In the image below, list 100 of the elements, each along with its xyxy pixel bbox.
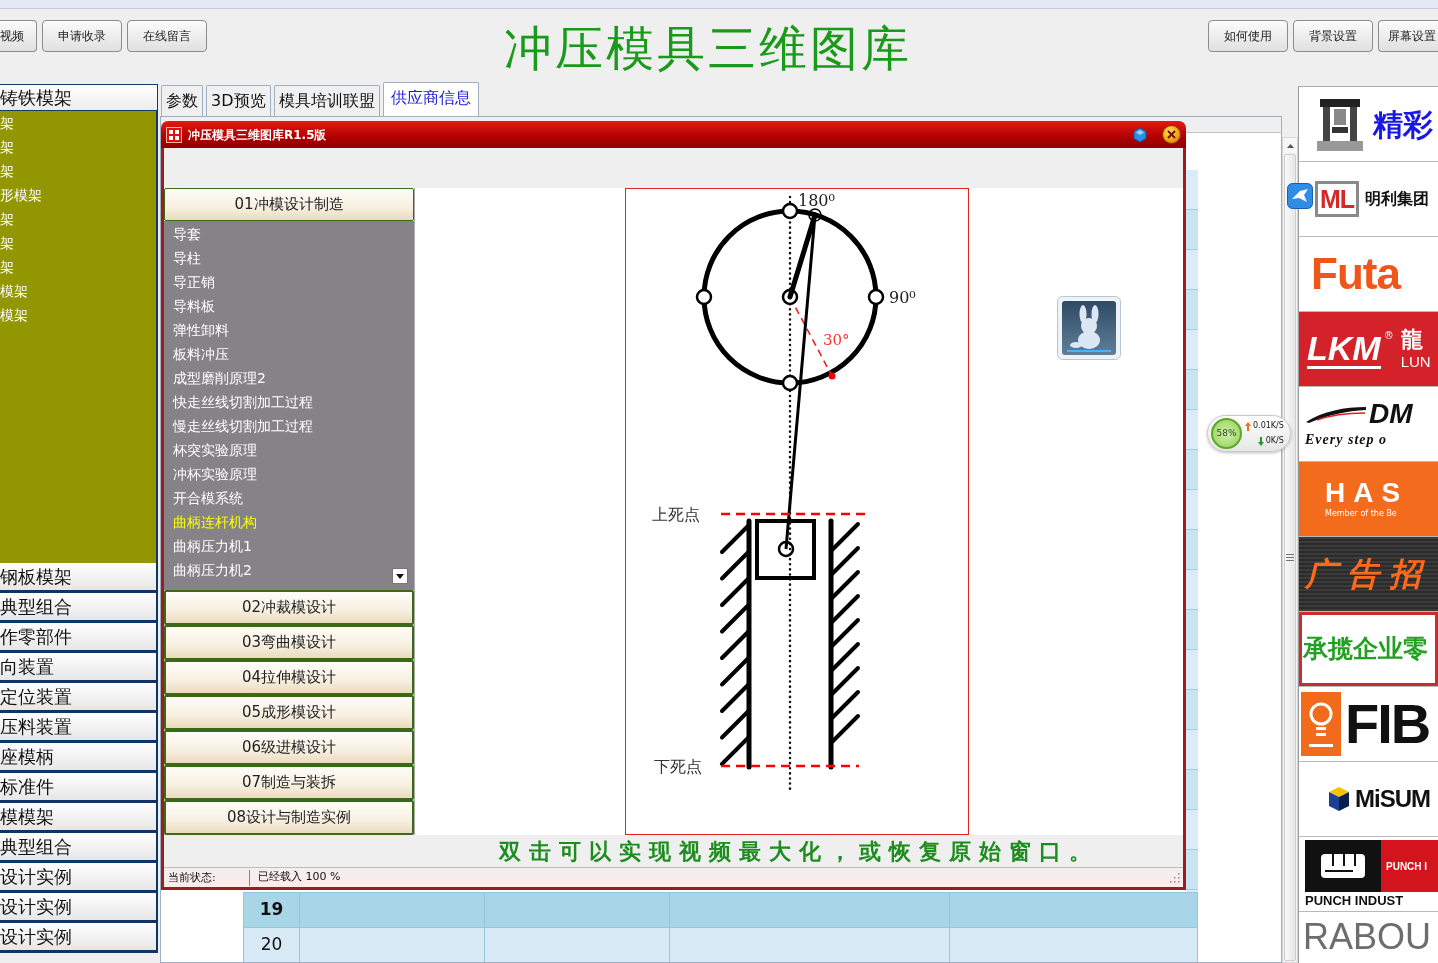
pivot-node [867, 288, 885, 306]
upload-speed: 0.01K/S [1253, 420, 1284, 432]
banner-text: 承揽企业零 [1303, 633, 1428, 666]
brand-name: FIB [1345, 694, 1430, 754]
brand-name: 龍 [1400, 327, 1423, 353]
window-title: 冲压模具三维图库R1.5版 [188, 126, 327, 144]
caret-up-icon [1286, 143, 1294, 148]
brand-name: 精彩 [1373, 105, 1433, 144]
hint-text: 双击可以实现视频最大化，或恢复原始窗口。 [498, 836, 1099, 866]
accordion-header[interactable]: 07制造与装拆 [164, 765, 414, 800]
banner-text: PUNCH I [1381, 840, 1438, 892]
resize-grip-icon[interactable] [1169, 872, 1180, 883]
sidebar-item[interactable]: 铸铁模架 [0, 84, 158, 111]
banner-text: 广告招 [1305, 554, 1431, 595]
slider-block [755, 519, 816, 580]
header-button[interactable]: 视频 [0, 20, 37, 52]
ad-banner[interactable]: PUNCH I PUNCH INDUST [1299, 837, 1438, 912]
accordion-header[interactable]: 02冲裁模设计 [164, 590, 414, 625]
scroll-up-button[interactable] [1283, 138, 1297, 153]
gem-icon[interactable] [1132, 126, 1148, 143]
brand-name: 明利集团 [1365, 188, 1430, 210]
angle-label: 90⁰ [889, 288, 916, 307]
menu-item[interactable]: 导柱 [173, 246, 201, 270]
sidebar-item[interactable]: 定位装置 [0, 683, 158, 713]
download-speed: 0K/S [1265, 435, 1284, 447]
crank-pin [808, 208, 822, 222]
menu-item[interactable]: 曲柄压力机1 [173, 534, 252, 558]
download-arrow-icon [1257, 436, 1264, 446]
tab[interactable]: 模具培训联盟 [273, 85, 380, 116]
accordion-header[interactable]: 06级进模设计 [164, 730, 414, 765]
accordion-header[interactable]: 03弯曲模设计 [164, 625, 414, 660]
rabbit-icon[interactable] [1057, 296, 1121, 360]
brand-name: RABOU [1303, 917, 1432, 957]
accordion-header[interactable]: 04拉伸模设计 [164, 660, 414, 695]
sidebar-item[interactable]: 钢板模架 [0, 563, 158, 593]
sidebar-item[interactable]: 向装置 [0, 653, 158, 683]
menu-item[interactable]: 成型磨削原理2 [173, 366, 266, 390]
ad-banner[interactable]: RABOU [1299, 912, 1438, 963]
brand-name: LUN [1400, 353, 1431, 371]
accordion-header[interactable]: 01冲模设计制造 [164, 188, 414, 221]
menu-item[interactable]: 导正销 [173, 270, 215, 294]
brand-name: PUNCH INDUST [1305, 892, 1404, 910]
menu-item[interactable]: 慢走丝线切割加工过程 [173, 414, 313, 438]
pivot-node [781, 374, 799, 392]
sidebar-item[interactable]: 作零部件 [0, 623, 158, 653]
header-button[interactable]: 屏幕设置 [1378, 20, 1438, 52]
ad-banner[interactable]: MiSUM [1299, 762, 1438, 837]
close-button[interactable] [1162, 125, 1181, 144]
dropdown-button[interactable] [392, 568, 408, 584]
menu-item[interactable]: 冲杯实验原理 [173, 462, 257, 486]
tagline: Member of the Be [1325, 508, 1397, 520]
sidebar-item[interactable]: 设计实例 [0, 923, 158, 953]
tab[interactable]: 3D预览 [206, 85, 271, 116]
lamp-icon [1301, 692, 1341, 756]
position-label: 上死点 [652, 505, 700, 524]
ad-banner[interactable]: ML 明利集团 [1299, 162, 1438, 237]
sidebar-item[interactable]: 模模架 [0, 803, 158, 833]
menu-item[interactable]: 导料板 [173, 294, 215, 318]
ad-banner[interactable]: FIB [1299, 687, 1438, 762]
pivot-node [781, 288, 799, 306]
press-machine-icon [1317, 97, 1363, 151]
bird-app-icon[interactable] [1287, 183, 1313, 209]
header-button[interactable]: 如何使用 [1208, 20, 1288, 52]
sidebar-item[interactable]: 典型组合 [0, 833, 158, 863]
sidebar-item[interactable]: 标准件 [0, 773, 158, 803]
sidebar-item[interactable]: 设计实例 [0, 863, 158, 893]
position-label: 下死点 [654, 757, 702, 776]
menu-item[interactable]: 曲柄压力机2 [173, 558, 252, 582]
registered-mark: ® [1383, 329, 1394, 343]
upload-arrow-icon [1245, 421, 1251, 431]
row-number: 20 [243, 928, 300, 962]
brand-name: Futa [1311, 248, 1400, 300]
tagline: Every step o [1305, 430, 1387, 449]
header-button[interactable]: 背景设置 [1293, 20, 1373, 52]
menu-item[interactable]: 弹性卸料 [173, 318, 229, 342]
close-icon [1167, 130, 1176, 139]
menu-item[interactable]: 快走丝线切割加工过程 [173, 390, 313, 414]
menu-item[interactable]: 导套 [173, 222, 201, 246]
menu-item[interactable]: 杯突实验原理 [173, 438, 257, 462]
ad-banner[interactable]: 广告招 [1299, 537, 1438, 612]
header-button[interactable]: 在线留言 [127, 20, 207, 52]
header-button[interactable]: 申请收录 [42, 20, 122, 52]
sidebar-item[interactable]: 设计实例 [0, 893, 158, 923]
sidebar-item[interactable]: 压料装置 [0, 713, 158, 743]
menu-item[interactable]: 开合模系统 [173, 486, 243, 510]
table-row[interactable]: 19 [243, 892, 1198, 927]
accordion-header[interactable]: 08设计与制造实例 [164, 800, 414, 835]
tab[interactable]: 供应商信息 [382, 82, 479, 116]
brand-name: DM [1369, 398, 1413, 429]
tab[interactable]: 参数 [161, 85, 203, 116]
accordion-header[interactable]: 05成形模设计 [164, 695, 414, 730]
menu-item[interactable]: 板料冲压 [173, 342, 229, 366]
fist-icon [1305, 840, 1381, 892]
sidebar-item[interactable]: 座模柄 [0, 743, 158, 773]
table-row[interactable]: 20 [243, 927, 1198, 962]
ad-banner[interactable]: DM Every step o [1299, 387, 1438, 462]
ad-banner[interactable]: 精彩 [1299, 87, 1438, 162]
sidebar-item[interactable]: 典型组合 [0, 593, 158, 623]
caret-down-icon [396, 573, 404, 579]
scrollbar-thumb[interactable] [1284, 154, 1296, 961]
